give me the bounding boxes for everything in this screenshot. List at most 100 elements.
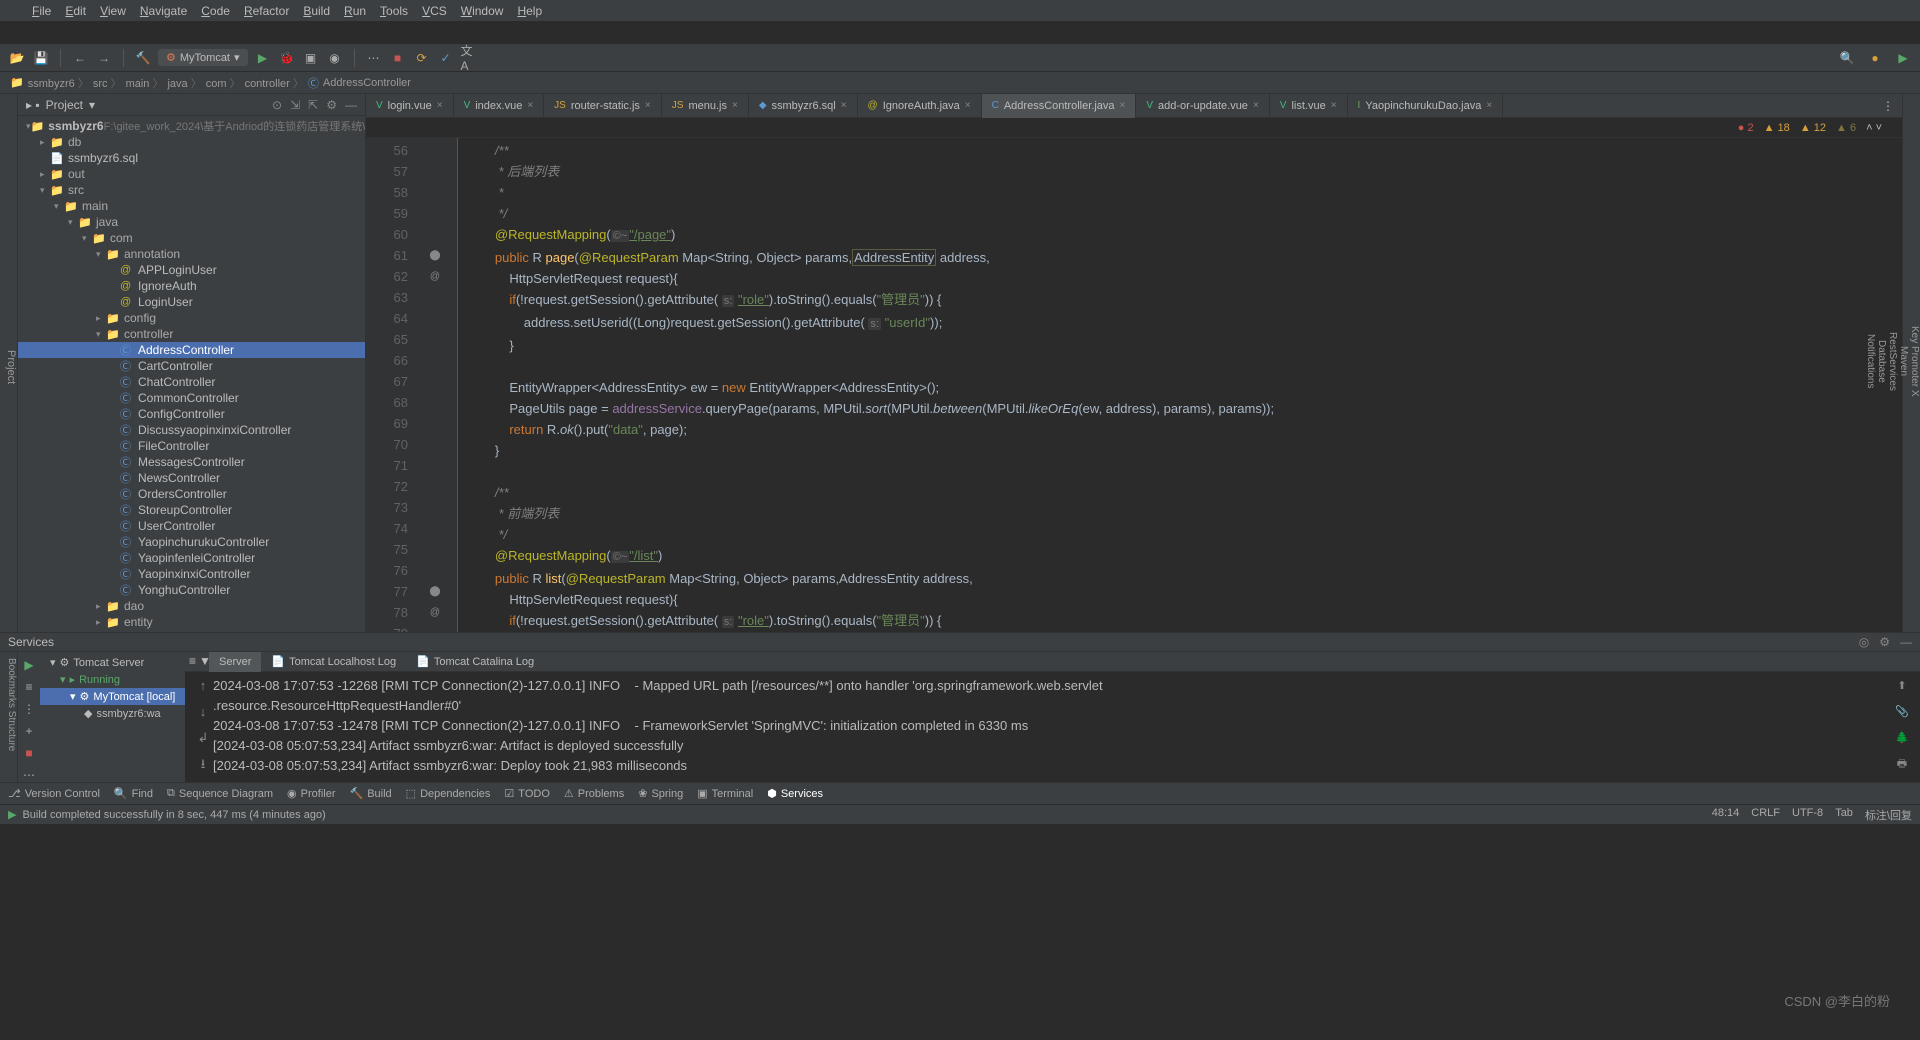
project-tree[interactable]: ▾📁ssmbyzr6 F:\gitee_work_2024\基于Andriod的… [18, 116, 365, 632]
info-count[interactable]: ▲ 6 [1836, 122, 1856, 134]
more-icon[interactable]: 文A [461, 49, 479, 67]
tab-close-icon[interactable]: × [437, 100, 443, 111]
save-icon[interactable]: 💾 [32, 49, 50, 67]
svc-hide-icon[interactable]: — [1900, 635, 1912, 649]
tab-close-icon[interactable]: × [645, 100, 651, 111]
right-tool-maven[interactable]: Maven [1898, 102, 1909, 620]
search-icon[interactable]: 🔍 [1838, 49, 1856, 67]
cr-tree-icon[interactable]: 🌲 [1895, 728, 1909, 748]
editor-tab-menu.js[interactable]: JSmenu.js× [662, 94, 749, 118]
status-utf-8[interactable]: UTF-8 [1792, 807, 1823, 823]
svc-tab-tomcat-localhost-log[interactable]: 📄Tomcat Localhost Log [261, 652, 406, 672]
editor-tab-index.vue[interactable]: Vindex.vue× [454, 94, 545, 118]
tree-node-main[interactable]: ▾📁main [18, 198, 365, 214]
tree-node-ChatController[interactable]: ⒸChatController [18, 374, 365, 390]
hide-icon[interactable]: — [345, 98, 357, 112]
svc-tree-Running[interactable]: ▾▸Running [40, 671, 185, 688]
menu-navigate[interactable]: Navigate [140, 4, 187, 18]
tree-node-dao[interactable]: ▸📁dao [18, 598, 365, 614]
console-down-icon[interactable]: ↓ [200, 702, 207, 722]
menu-refactor[interactable]: Refactor [244, 4, 289, 18]
cr-up-icon[interactable]: ⬆ [1897, 676, 1906, 696]
vcs-update-icon[interactable]: ⟳ [413, 49, 431, 67]
problems-summary[interactable]: ● 2 ▲ 18 ▲ 12 ▲ 6 ˄ ˅ [366, 118, 1902, 138]
code-text[interactable]: /** * 后端列表 * */ @RequestMapping(©~"/page… [458, 138, 1902, 632]
tab-close-icon[interactable]: × [732, 100, 738, 111]
breadcrumb-item[interactable]: main [126, 75, 164, 91]
locate-icon[interactable]: ⊙ [272, 98, 282, 112]
tree-node-ssmbyzr6.sql[interactable]: 📄ssmbyzr6.sql [18, 150, 365, 166]
project-root[interactable]: ssmbyzr6 [48, 119, 103, 133]
tree-node-FileController[interactable]: ⒸFileController [18, 438, 365, 454]
console-wrap-icon[interactable]: ↲ [198, 728, 209, 748]
tree-node-OrdersController[interactable]: ⒸOrdersController [18, 486, 365, 502]
status-48:14[interactable]: 48:14 [1712, 807, 1740, 823]
bottom-build[interactable]: 🔨Build [350, 787, 392, 800]
services-tree[interactable]: ▾⚙Tomcat Server▾▸Running▾⚙MyTomcat [loca… [40, 652, 185, 782]
menu-help[interactable]: Help [517, 4, 542, 18]
svc-debug-icon[interactable]: ≡ [25, 680, 32, 694]
tree-node-DiscussyaopinxinxiController[interactable]: ⒸDiscussyaopinxinxiController [18, 422, 365, 438]
cr-settings-icon[interactable]: ⚙ [1897, 780, 1907, 782]
tree-node-java[interactable]: ▾📁java [18, 214, 365, 230]
console-scroll-icon[interactable]: ⭳ [201, 754, 206, 774]
editor-tab-IgnoreAuth.java[interactable]: @IgnoreAuth.java× [858, 94, 982, 118]
run-config-selector[interactable]: ⚙ MyTomcat ▾ [158, 49, 248, 66]
warning-count[interactable]: ▲ 18 [1764, 122, 1790, 134]
tree-node-entity[interactable]: ▸📁entity [18, 614, 365, 630]
svc-tab-server[interactable]: Server [209, 652, 261, 672]
bottom-profiler[interactable]: ◉Profiler [287, 787, 335, 800]
bottom-version-control[interactable]: ⎇Version Control [8, 787, 100, 800]
menu-window[interactable]: Window [461, 4, 504, 18]
svc-tree-ssmbyzr6:wa[interactable]: ◆ssmbyzr6:wa [40, 705, 185, 722]
bottom-sequence-diagram[interactable]: ⧉Sequence Diagram [167, 787, 273, 800]
weak-warning-count[interactable]: ▲ 12 [1800, 122, 1826, 134]
breadcrumb-item[interactable]: src [93, 75, 122, 91]
bottom-todo[interactable]: ☑TODO [504, 787, 549, 800]
tree-node-YaopinchurukuController[interactable]: ⒸYaopinchurukuController [18, 534, 365, 550]
svc-filter-icon[interactable]: ⋮ [23, 702, 35, 716]
editor-tab-login.vue[interactable]: Vlogin.vue× [366, 94, 454, 118]
collapse-icon[interactable]: ⇱ [308, 98, 318, 112]
editor-tab-ssmbyzr6.sql[interactable]: ◆ssmbyzr6.sql× [749, 94, 858, 118]
right-tool-notifications[interactable]: Notifications [1865, 102, 1876, 620]
console-clear-icon[interactable]: 🖨 [195, 780, 212, 782]
bottom-problems[interactable]: ⚠Problems [564, 787, 624, 800]
menu-build[interactable]: Build [303, 4, 330, 18]
svc-add-icon[interactable]: + [25, 724, 32, 738]
line-gutter[interactable]: 5657585960616263646566676869707172737475… [366, 138, 424, 632]
profile-icon[interactable]: ◉ [326, 49, 344, 67]
editor-tab-AddressController.java[interactable]: CAddressController.java× [982, 94, 1137, 118]
stop-icon[interactable]: ■ [389, 49, 407, 67]
svc-run-icon[interactable]: ▶ [24, 658, 33, 672]
status-run-icon[interactable]: ▶ [8, 808, 16, 821]
menu-edit[interactable]: Edit [65, 4, 86, 18]
tree-node-db[interactable]: ▸📁db [18, 134, 365, 150]
ide-config-icon[interactable]: ● [1866, 49, 1884, 67]
bottom-terminal[interactable]: ▣Terminal [697, 787, 753, 800]
tree-node-interceptor[interactable]: ▸📁interceptor [18, 630, 365, 632]
tab-close-icon[interactable]: × [965, 100, 971, 111]
editor-tab-list.vue[interactable]: Vlist.vue× [1270, 94, 1348, 118]
attach-icon[interactable]: ⋯ [365, 49, 383, 67]
breadcrumb-item[interactable]: AddressController [323, 77, 411, 89]
svc-gear-icon[interactable]: ⚙ [1879, 635, 1890, 649]
menu-tools[interactable]: Tools [380, 4, 408, 18]
tree-node-com[interactable]: ▾📁com [18, 230, 365, 246]
tree-node-LoginUser[interactable]: @LoginUser [18, 294, 365, 310]
right-tool-database[interactable]: Database [1876, 102, 1887, 620]
tree-node-config[interactable]: ▸📁config [18, 310, 365, 326]
tab-close-icon[interactable]: × [1120, 100, 1126, 111]
tree-node-IgnoreAuth[interactable]: @IgnoreAuth [18, 278, 365, 294]
tab-close-icon[interactable]: × [1486, 100, 1492, 111]
right-tool-key-promoter-x[interactable]: Key Promoter X [1909, 102, 1920, 620]
project-tab[interactable]: Project [5, 350, 17, 384]
gutter-marks[interactable]: ⬤ @⬤ @ [424, 138, 446, 632]
menu-file[interactable]: File [32, 4, 51, 18]
editor-tab-add-or-update.vue[interactable]: Vadd-or-update.vue× [1136, 94, 1269, 118]
console-up-icon[interactable]: ↑ [200, 676, 207, 696]
status-crlf[interactable]: CRLF [1751, 807, 1780, 823]
build-icon[interactable]: 🔨 [134, 49, 152, 67]
cr-attach-icon[interactable]: 📎 [1895, 702, 1909, 722]
breadcrumb-item[interactable]: java [167, 75, 201, 91]
